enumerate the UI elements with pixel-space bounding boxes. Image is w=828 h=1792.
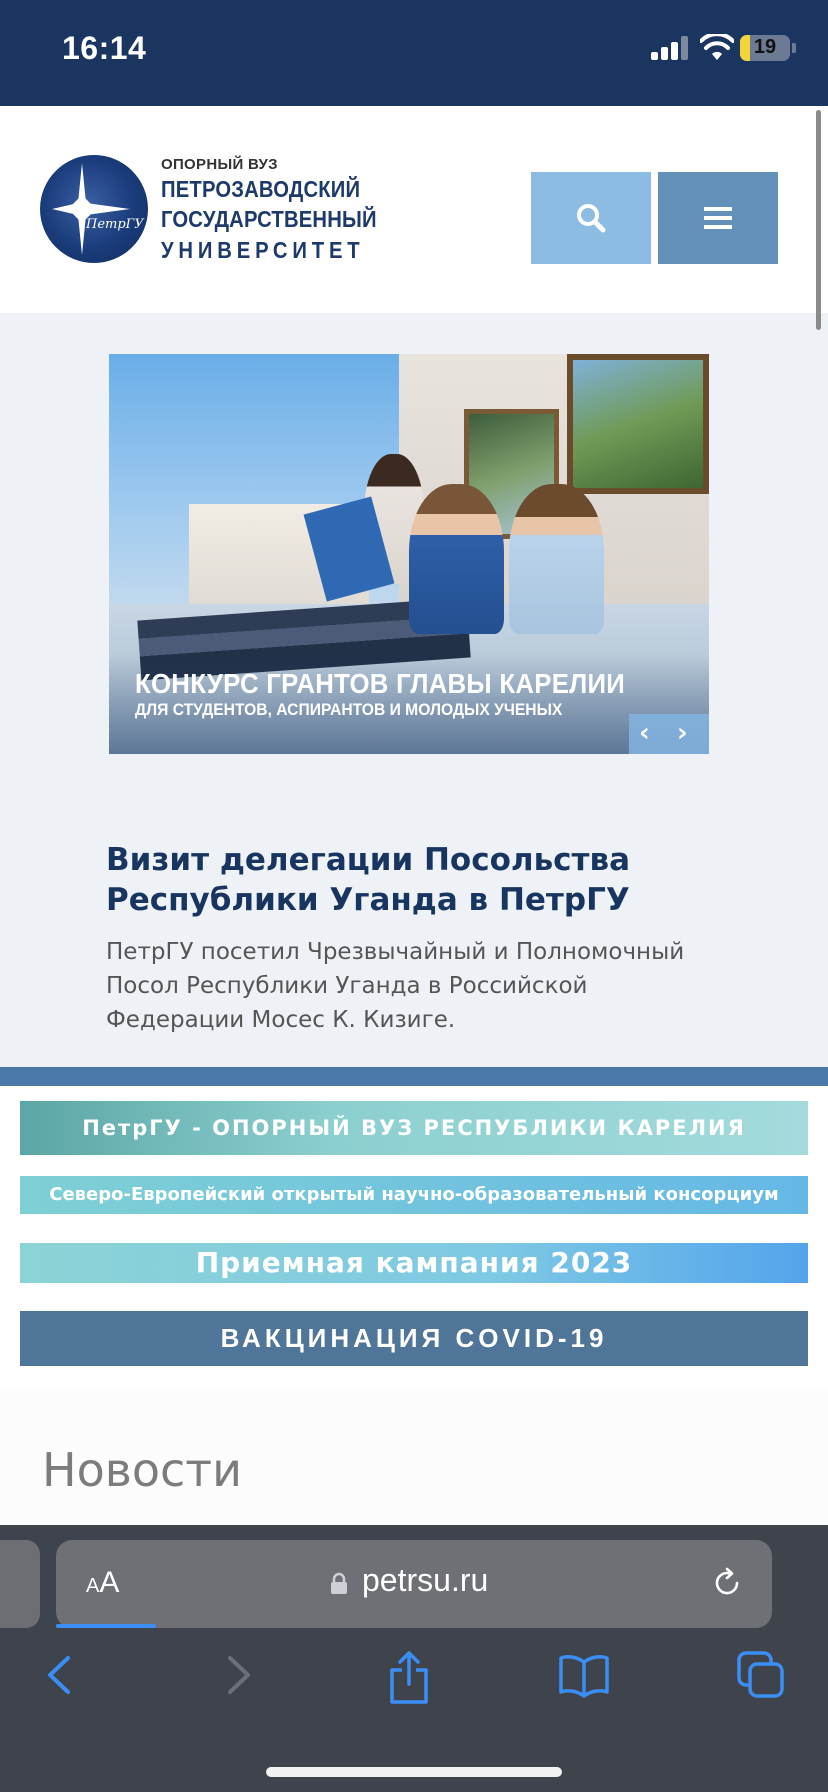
banner-label: Северо-Европейский открытый научно-образ… <box>49 1184 779 1205</box>
brand-name-line-3: УНИВЕРСИТЕТ <box>161 237 365 263</box>
share-icon[interactable] <box>386 1650 432 1706</box>
lock-icon <box>331 1572 347 1594</box>
menu-button[interactable] <box>658 172 778 264</box>
slide-photo-painting <box>567 354 709 494</box>
battery-percent: 19 <box>753 36 777 58</box>
reload-icon[interactable] <box>710 1566 744 1600</box>
address-bar[interactable]: AA petrsu.ru <box>56 1540 772 1628</box>
forward-icon[interactable] <box>218 1650 258 1700</box>
banner-covid-vaccination[interactable]: ВАКЦИНАЦИЯ COVID-19 <box>20 1311 808 1366</box>
url-text: petrsu.ru <box>362 1562 489 1598</box>
page-scrollbar[interactable] <box>816 110 821 330</box>
featured-news-title[interactable]: Визит делегации Посольства Республики Уг… <box>106 840 726 920</box>
logo-script: ПетрГУ <box>86 217 144 232</box>
banner-label: Приемная кампания 2023 <box>195 1246 633 1279</box>
status-bar: 16:14 19 <box>0 0 828 106</box>
wifi-icon <box>700 34 734 60</box>
hamburger-menu-icon <box>704 207 732 229</box>
banner-list: ПетрГУ - ОПОРНЫЙ ВУЗ РЕСПУБЛИКИ КАРЕЛИЯ … <box>0 1086 828 1389</box>
page-load-progress <box>56 1624 156 1628</box>
battery-tip <box>792 43 796 53</box>
slide-photo-student <box>409 484 504 634</box>
slide-subtitle: ДЛЯ СТУДЕНТОВ, АСПИРАНТОВ И МОЛОДЫХ УЧЕН… <box>135 700 563 719</box>
banner-consortium[interactable]: Северо-Европейский открытый научно-образ… <box>20 1176 808 1214</box>
tabs-icon[interactable] <box>736 1650 786 1700</box>
site-header: ПетрГУ ОПОРНЫЙ ВУЗ ПЕТРОЗАВОДСКИЙ ГОСУДА… <box>0 106 828 313</box>
slider-prev-button[interactable]: ‹ <box>639 718 650 748</box>
hero-slider[interactable]: КОНКУРС ГРАНТОВ ГЛАВЫ КАРЕЛИИ ДЛЯ СТУДЕН… <box>109 354 709 754</box>
section-divider <box>0 1067 828 1086</box>
news-section: Новости <box>0 1389 828 1525</box>
slide-photo-student <box>509 484 604 634</box>
aa-small-glyph: A <box>86 1575 100 1597</box>
cellular-signal-icon <box>651 36 691 60</box>
banner-admission-2023[interactable]: Приемная кампания 2023 <box>20 1243 808 1283</box>
status-time: 16:14 <box>62 30 147 66</box>
search-icon <box>577 204 606 233</box>
university-logo[interactable]: ПетрГУ <box>40 155 148 263</box>
previous-tab-peek[interactable] <box>0 1540 40 1628</box>
home-indicator <box>266 1767 562 1777</box>
slider-controls: ‹ › <box>629 714 709 754</box>
bookmarks-icon[interactable] <box>558 1650 610 1700</box>
back-icon[interactable] <box>40 1650 80 1700</box>
banner-label: ВАКЦИНАЦИЯ COVID-19 <box>220 1323 608 1353</box>
slider-next-button[interactable]: › <box>677 718 688 748</box>
featured-news-description: ПетрГУ посетил Чрезвычайный и Полномочны… <box>106 939 685 1033</box>
search-button[interactable] <box>531 172 651 264</box>
news-section-heading: Новости <box>42 1443 242 1497</box>
banner-label: ПетрГУ - ОПОРНЫЙ ВУЗ РЕСПУБЛИКИ КАРЕЛИЯ <box>82 1116 746 1140</box>
brand-tagline: ОПОРНЫЙ ВУЗ <box>161 156 278 173</box>
banner-flagship-university[interactable]: ПетрГУ - ОПОРНЫЙ ВУЗ РЕСПУБЛИКИ КАРЕЛИЯ <box>20 1101 808 1155</box>
brand-name-line-1: ПЕТРОЗАВОДСКИЙ <box>161 176 361 202</box>
star-emblem-icon <box>52 163 130 255</box>
aa-big-glyph: A <box>99 1566 120 1599</box>
brand-name-line-2: ГОСУДАРСТВЕННЫЙ <box>161 206 377 232</box>
slide-title: КОНКУРС ГРАНТОВ ГЛАВЫ КАРЕЛИИ <box>135 668 626 699</box>
reader-text-size-button[interactable]: AA <box>86 1566 119 1600</box>
battery-icon: 19 <box>740 35 790 61</box>
